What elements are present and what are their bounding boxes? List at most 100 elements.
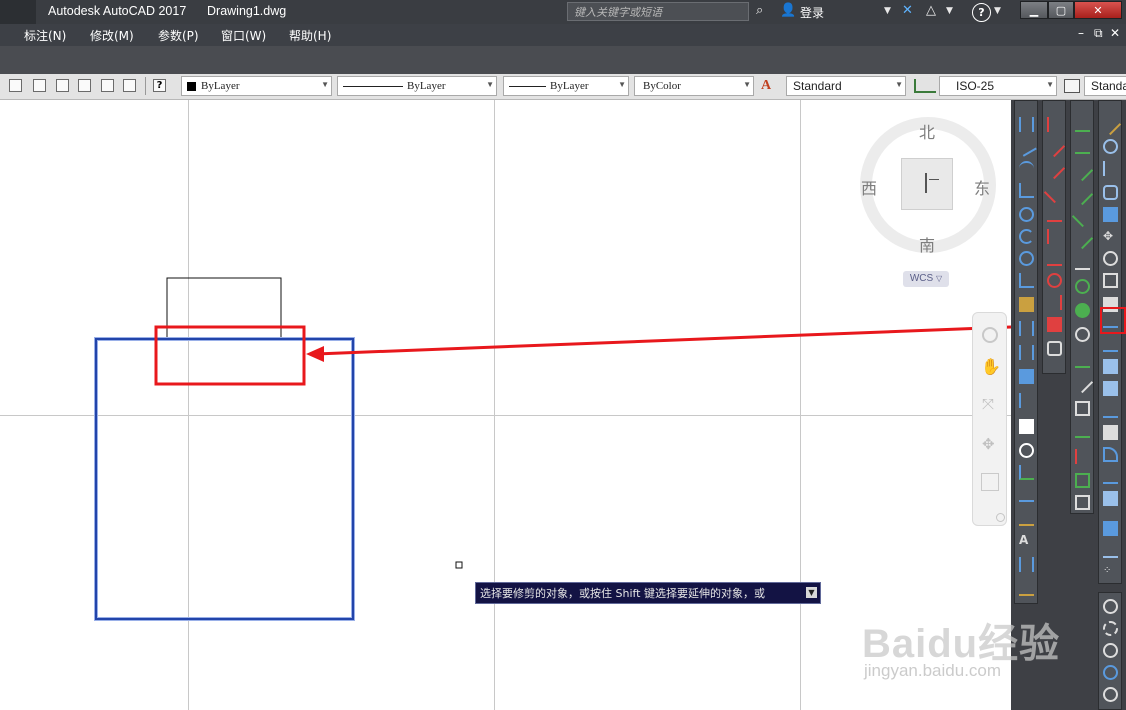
maximize-button[interactable]: ▢ [1048,1,1074,19]
binoculars-icon[interactable]: ⌕ [756,3,763,18]
snap-tangent-icon[interactable] [1047,317,1062,332]
color-select[interactable]: ByLayer ▼ [181,76,332,96]
steering-wheel-icon[interactable] [982,327,998,343]
quick-dimension-icon[interactable] [1019,297,1034,312]
point-style-icon[interactable]: ⁘ [1103,565,1118,580]
dimension-style-icon[interactable] [914,79,936,93]
arc-icon[interactable] [1071,227,1094,250]
scale-icon[interactable] [1103,273,1118,288]
rectangle-icon[interactable] [1071,205,1094,228]
jogged-dimension-icon[interactable] [1019,229,1034,244]
menu-parametric[interactable]: 参数(P) [158,27,199,44]
options-down-arrow-icon[interactable]: ▼ [806,587,817,598]
snap-midpoint-icon[interactable] [1043,181,1066,204]
customize-icon[interactable] [996,513,1005,522]
explode-icon[interactable] [1103,491,1118,506]
region-icon[interactable] [1075,495,1090,510]
ordinate-dimension-icon[interactable] [1019,183,1034,198]
break-icon[interactable] [1103,381,1118,396]
temporary-track-icon[interactable] [1047,117,1062,132]
doc-minimize-icon[interactable]: – [1078,26,1084,40]
menu-dimension[interactable]: 标注(N) [24,27,66,44]
polyline-icon[interactable] [1071,159,1094,182]
viewcube-face-top[interactable] [901,158,953,210]
radius-dimension-icon[interactable] [1019,207,1034,222]
ucs-menu[interactable]: WCS ▽ [903,271,949,287]
angular-dimension-icon[interactable] [1019,273,1034,288]
plotstyle-select[interactable]: ByColor ▼ [634,76,754,96]
copy-icon[interactable] [1103,139,1118,154]
array-icon[interactable] [1103,207,1118,222]
revision-cloud-icon[interactable] [1075,279,1090,294]
compass-west[interactable]: 西 [861,175,877,199]
layer-previous-icon[interactable] [56,79,69,92]
draw-order-icon[interactable] [1103,521,1118,536]
compass-north[interactable]: 北 [919,119,935,143]
match-layer-icon[interactable] [78,79,91,92]
construction-line-icon[interactable] [1075,139,1090,154]
inspection-icon[interactable] [1019,465,1034,480]
dimension-style-select[interactable]: ISO-25 ▼ [939,76,1057,96]
help-icon[interactable]: ? [153,79,166,92]
extend-icon[interactable] [1103,337,1118,352]
zoom-window-icon[interactable] [1103,599,1118,614]
navigation-bar[interactable]: ✋ ⤧ ✥ [972,312,1007,526]
polygon-icon[interactable] [1071,183,1094,206]
snap-lock-icon[interactable] [1047,341,1062,356]
compass-south[interactable]: 南 [919,232,935,256]
zoom-object-icon[interactable] [1103,687,1118,702]
minimize-button[interactable]: ▁ [1020,1,1048,19]
menu-help[interactable]: 帮助(H) [289,27,331,44]
snap-intersection-icon[interactable] [1047,207,1062,222]
break-at-point-icon[interactable] [1103,359,1118,374]
layer-walk-icon[interactable] [101,79,114,92]
snap-extension-icon[interactable] [1047,251,1062,266]
zoom-center-icon[interactable] [1103,665,1118,680]
dimension-update-icon[interactable] [1019,557,1034,572]
baseline-dimension-icon[interactable] [1019,321,1034,336]
snap-endpoint-icon[interactable] [1043,157,1066,180]
join-icon[interactable] [1103,403,1118,418]
tolerance-icon[interactable] [1019,419,1034,434]
arc-length-icon[interactable] [1019,161,1034,176]
dimension-style-icon[interactable] [1019,581,1034,596]
snap-from-icon[interactable] [1043,135,1066,158]
text-style-icon[interactable]: A [761,78,783,95]
jogged-linear-icon[interactable] [1019,487,1034,502]
pan-icon[interactable]: ✋ [981,357,1001,376]
dimension-break-icon[interactable] [1019,393,1034,408]
circle-icon[interactable] [1075,255,1090,270]
rotate-icon[interactable] [1103,251,1118,266]
user-icon[interactable]: 👤 [780,3,796,18]
mirror-icon[interactable] [1103,161,1118,176]
close-button[interactable]: ✕ [1074,1,1122,19]
gradient-icon[interactable] [1075,473,1090,488]
small-rectangle[interactable] [166,277,282,339]
make-block-icon[interactable] [1075,401,1090,416]
edit-polyline-icon[interactable] [1103,543,1118,558]
layer-states-icon[interactable] [33,79,46,92]
table-style-select[interactable]: Standa [1084,76,1126,96]
viewcube[interactable]: 北 南 东 西 [856,115,1001,260]
spline-icon[interactable] [1075,303,1090,318]
showmotion-icon[interactable] [981,473,999,491]
dimension-text-edit-icon[interactable]: A [1019,533,1034,548]
ellipse-arc-icon[interactable] [1075,353,1090,368]
layer-icon[interactable] [9,79,22,92]
insert-block-icon[interactable] [1071,371,1094,394]
aligned-dimension-icon[interactable] [1016,136,1037,157]
orbit-icon[interactable]: ✥ [982,435,995,453]
snap-center-icon[interactable] [1047,273,1062,288]
a360-icon[interactable]: △ [926,3,936,18]
hatch-icon[interactable] [1075,449,1090,464]
doc-close-icon[interactable]: ✕ [1110,26,1120,40]
blend-curves-icon[interactable] [1103,469,1118,484]
dimension-edit-icon[interactable] [1019,511,1034,526]
center-mark-icon[interactable] [1019,443,1034,458]
search-input[interactable]: 键入关键字或短语 [567,2,749,21]
fillet-icon[interactable] [1103,447,1118,462]
zoom-icon[interactable]: ⤧ [982,395,994,413]
line-icon[interactable] [1075,117,1090,132]
selected-large-rectangle[interactable] [95,338,354,620]
chamfer-icon[interactable] [1103,425,1118,440]
